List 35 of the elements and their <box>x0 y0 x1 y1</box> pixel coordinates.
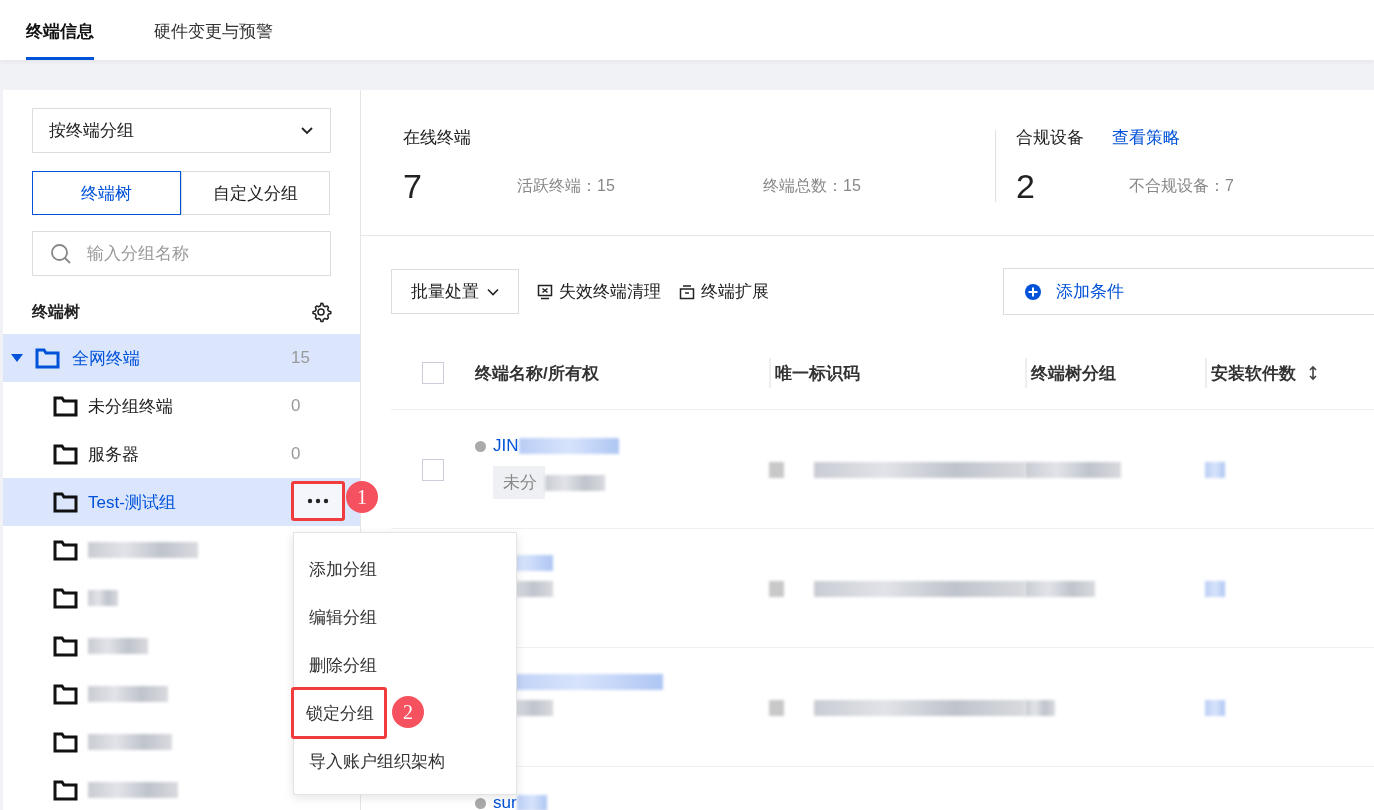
add-condition-button[interactable]: 添加条件 <box>1003 268 1374 315</box>
column-header[interactable]: 安装软件数 <box>1211 361 1296 385</box>
tree-item[interactable]: 未分组终端 0 <box>3 382 360 430</box>
menu-item[interactable]: 删除分组 <box>294 641 377 689</box>
group-select[interactable]: 按终端分组 <box>32 108 331 153</box>
group-tag: 未分 <box>493 466 545 499</box>
stat-value: 2 <box>1016 167 1036 206</box>
menu-item[interactable]: 编辑分组 <box>294 593 377 641</box>
stat-label: 合规设备 <box>1016 127 1084 149</box>
search-field[interactable]: 输入分组名称 <box>32 231 331 276</box>
view-tab[interactable]: 终端树 <box>32 171 181 215</box>
view-policy-link[interactable]: 查看策略 <box>1112 126 1180 149</box>
stat-value: 7 <box>403 167 423 206</box>
tab[interactable]: 硬件变更与预警 <box>154 0 273 60</box>
stat-detail: 不合规设备：7 <box>1129 176 1234 196</box>
menu-item[interactable]: 锁定分组 <box>291 687 387 739</box>
toolbar-button[interactable]: 失效终端清理 <box>537 280 661 303</box>
view-tab[interactable]: 自定义分组 <box>181 171 330 215</box>
stat-detail: 终端总数：15 <box>763 176 861 196</box>
menu-item[interactable]: 添加分组 <box>294 545 377 593</box>
column-header[interactable]: 终端树分组 <box>1031 361 1116 385</box>
menu-item[interactable]: 导入账户组织架构 <box>294 737 445 785</box>
tree-item[interactable]: 服务器 0 <box>3 430 360 478</box>
batch-button[interactable]: 批量处置 <box>391 269 519 314</box>
toolbar-button[interactable]: 终端扩展 <box>679 280 769 303</box>
terminal-name-link[interactable]: JIN <box>493 436 519 456</box>
column-header[interactable]: 终端名称/所有权 <box>475 361 599 385</box>
stat-label: 在线终端 <box>403 127 472 149</box>
column-header[interactable]: 唯一标识码 <box>775 361 860 385</box>
tree-item[interactable]: 全网终端 15 <box>3 334 360 382</box>
tab[interactable]: 终端信息 <box>26 0 94 60</box>
stat-detail: 活跃终端：15 <box>517 176 616 196</box>
tree-title: 终端树 <box>32 301 80 322</box>
terminal-name-link[interactable]: sur <box>493 793 517 810</box>
tree-item[interactable]: Test-测试组 <box>3 478 360 526</box>
